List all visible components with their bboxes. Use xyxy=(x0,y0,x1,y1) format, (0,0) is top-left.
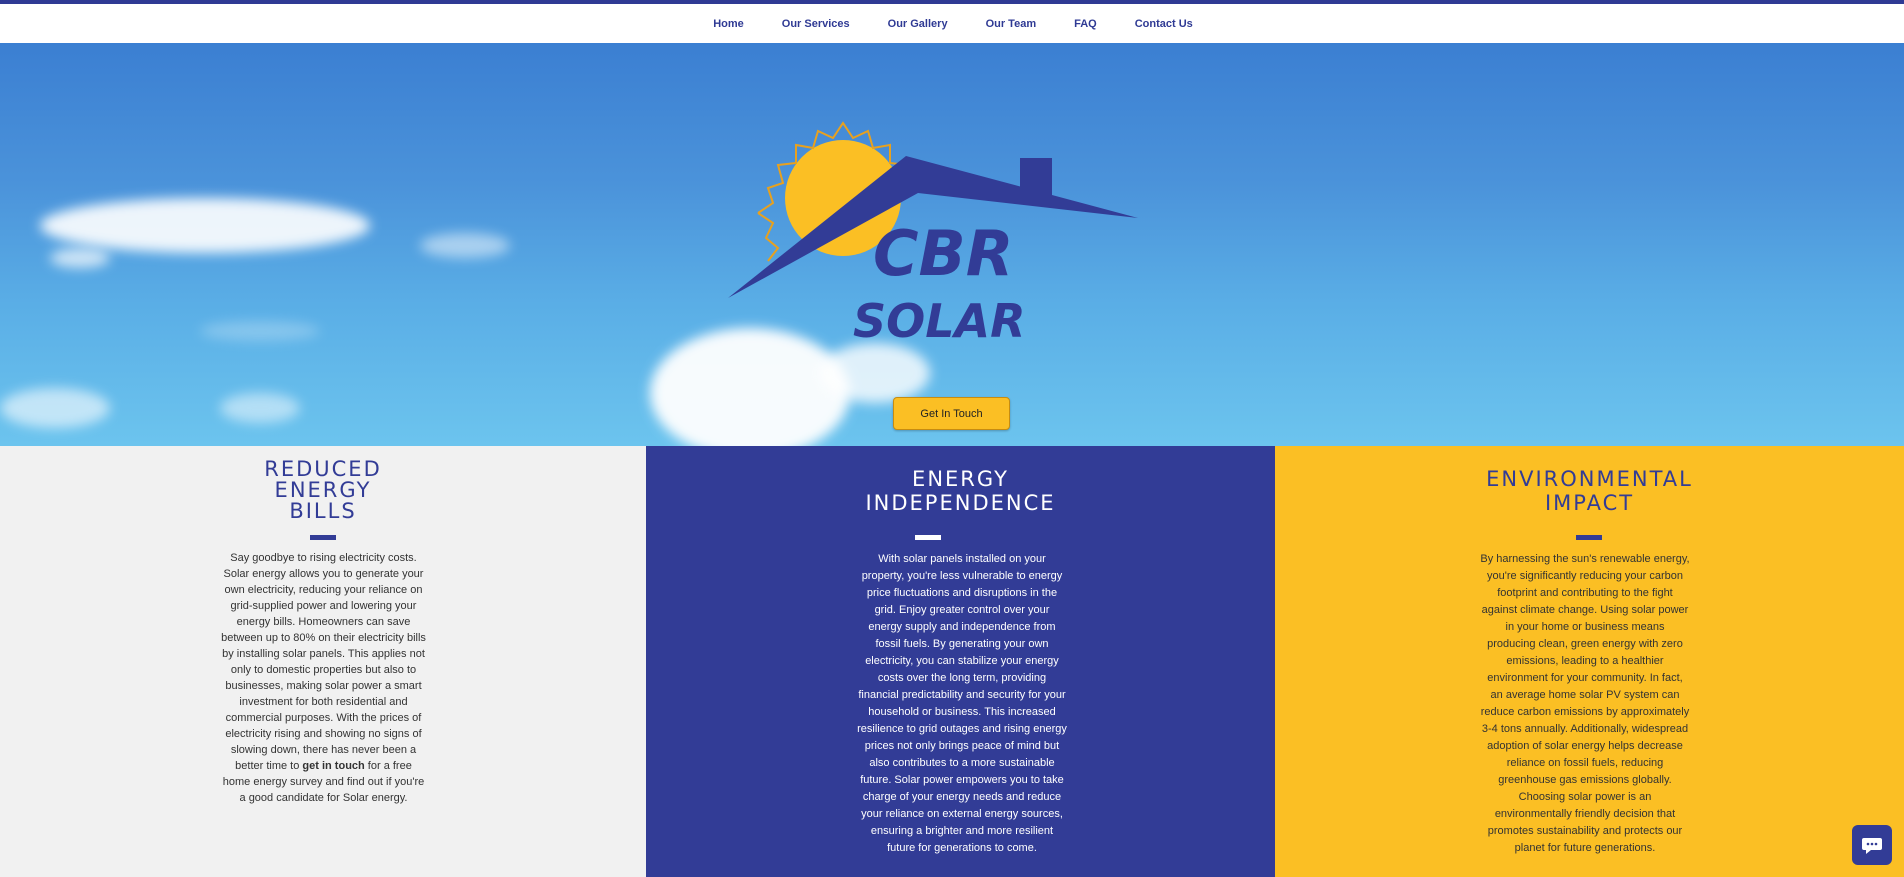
nav-home[interactable]: Home xyxy=(694,18,763,30)
cloud-bottom-left-2 xyxy=(220,393,300,423)
environmental-impact-section: ENVIRONMENTAL IMPACT By harnessing the s… xyxy=(1275,446,1904,877)
cbr-solar-logo: CBR SOLAR xyxy=(728,121,1138,348)
environmental-impact-text: By harnessing the sun's renewable energy… xyxy=(1480,553,1690,854)
reduced-energy-bills-section: REDUCED ENERGY BILLS Say goodbye to risi… xyxy=(0,446,646,877)
nav-faq[interactable]: FAQ xyxy=(1055,18,1116,30)
cloud-left xyxy=(40,198,370,253)
get-in-touch-link[interactable]: get in touch xyxy=(302,760,364,772)
section-divider xyxy=(1576,535,1602,540)
section-divider xyxy=(310,535,336,540)
cloud-wisp xyxy=(420,233,510,258)
title-line: BILLS xyxy=(289,499,357,523)
nav-contact-us[interactable]: Contact Us xyxy=(1116,18,1212,30)
body-text: Say goodbye to rising electricity costs.… xyxy=(221,552,426,772)
nav-our-gallery[interactable]: Our Gallery xyxy=(869,18,967,30)
hero-section: CBR SOLAR Get In Touch xyxy=(0,43,1904,446)
nav-our-team[interactable]: Our Team xyxy=(967,18,1056,30)
get-in-touch-button[interactable]: Get In Touch xyxy=(893,397,1010,430)
title-line: INDEPENDENCE xyxy=(865,491,1056,516)
logo-text-solar: SOLAR xyxy=(853,294,1026,348)
cloud-faint xyxy=(200,321,320,341)
main-nav: Home Our Services Our Gallery Our Team F… xyxy=(0,4,1904,43)
energy-independence-text: With solar panels installed on your prop… xyxy=(857,553,1067,854)
nav-our-services[interactable]: Our Services xyxy=(763,18,869,30)
nav-items: Home Our Services Our Gallery Our Team F… xyxy=(694,18,1212,30)
title-line: ENERGY xyxy=(912,467,1009,491)
title-line: ENVIRONMENTAL xyxy=(1486,467,1693,491)
cloud-left-small xyxy=(50,248,110,268)
title-line: IMPACT xyxy=(1544,491,1635,516)
reduced-energy-bills-title: REDUCED ENERGY BILLS xyxy=(0,459,646,522)
reduced-energy-bills-text: Say goodbye to rising electricity costs.… xyxy=(221,550,426,806)
title-line: REDUCED xyxy=(264,457,382,481)
environmental-impact-title: ENVIRONMENTAL IMPACT xyxy=(1275,467,1904,515)
title-line: ENERGY xyxy=(274,478,372,502)
energy-independence-title: ENERGY INDEPENDENCE xyxy=(646,467,1275,515)
logo-text-cbr: CBR xyxy=(873,217,1014,290)
cloud-bottom-left xyxy=(0,388,110,428)
chat-bubble-icon xyxy=(1862,838,1882,854)
energy-independence-section: ENERGY INDEPENDENCE With solar panels in… xyxy=(646,446,1275,877)
chat-button[interactable] xyxy=(1852,825,1892,865)
section-divider xyxy=(915,535,941,540)
